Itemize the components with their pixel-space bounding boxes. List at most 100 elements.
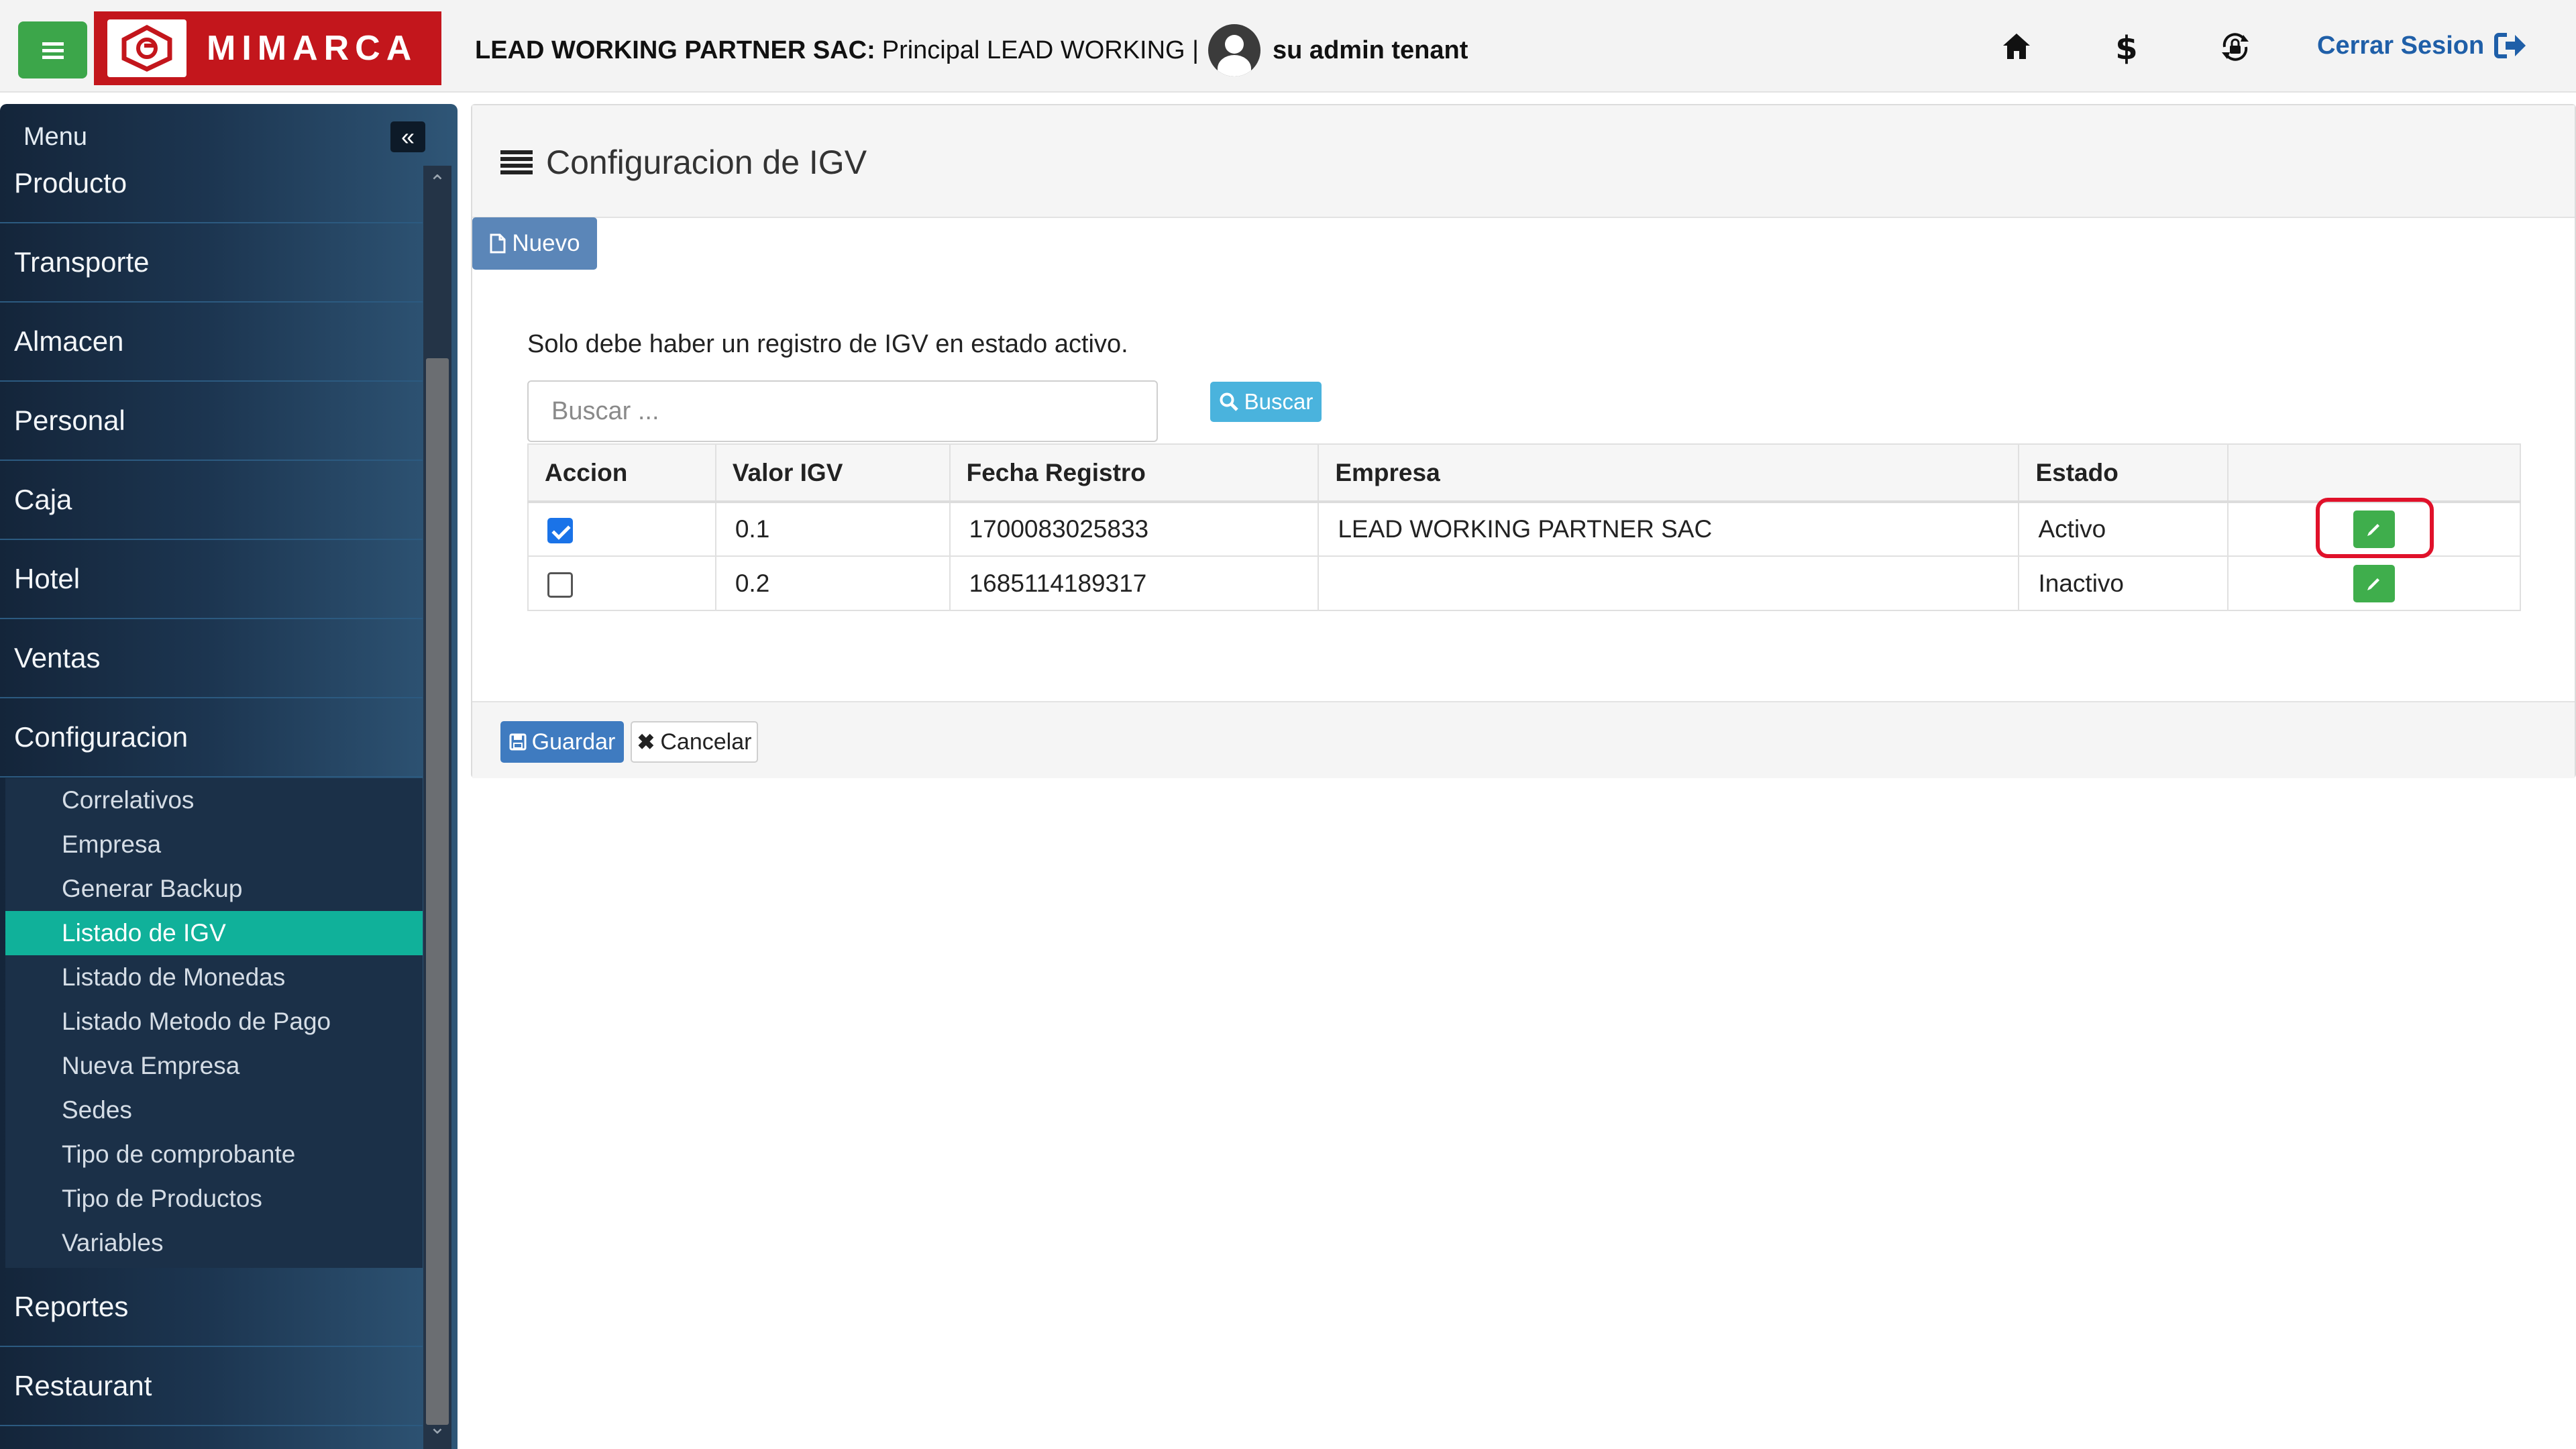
sidebar-item-label: Reportes [14,1291,129,1322]
user-name: su admin tenant [1273,36,1468,64]
submenu-item-label: Sedes [62,1096,132,1124]
fecha-registro-cell: 1700083025833 [949,501,1320,557]
top-bar: MIMARCA LEAD WORKING PARTNER SAC: Princi… [0,0,2576,93]
close-icon: ✖ [637,730,655,754]
cancel-button-label: Cancelar [660,729,752,755]
save-button-label: Guardar [531,729,616,755]
submenu-item-generar-backup[interactable]: Generar Backup [5,867,423,911]
row-checkbox-checked[interactable] [547,518,573,544]
logout-button[interactable]: Cerrar Sesion [2317,27,2528,64]
sidebar-item-caja[interactable]: Caja [0,461,423,540]
branch-name: Principal LEAD WORKING | [881,36,1199,64]
column-header-estado[interactable]: Estado [2018,443,2229,503]
estado-cell: Activo [2018,501,2229,557]
igv-notice: Solo debe haber un registro de IGV en es… [527,330,1128,358]
column-header-valor-igv[interactable]: Valor IGV [714,443,951,503]
cancel-button[interactable]: ✖ Cancelar [631,721,758,763]
edit-button[interactable] [2353,564,2396,602]
submenu-item-sedes[interactable]: Sedes [5,1088,423,1132]
sidebar-item-ventas[interactable]: Ventas [0,619,423,698]
sidebar-item-restaurant[interactable]: Restaurant [0,1347,423,1426]
sidebar: Menu « Producto Transporte Almacen Perso… [0,104,458,1449]
submenu-item-variables[interactable]: Variables [5,1221,423,1265]
submenu-item-listado-monedas[interactable]: Listado de Monedas [5,955,423,1000]
igv-table: Accion Valor IGV Fecha Registro Empresa … [527,443,2521,611]
sidebar-item-transporte[interactable]: Transporte [0,223,423,303]
submenu-item-listado-metodo-pago[interactable]: Listado Metodo de Pago [5,1000,423,1044]
search-button-label: Buscar [1244,389,1313,414]
sidebar-item-label: Restaurant [14,1370,152,1401]
sidebar-item-hotel[interactable]: Hotel [0,540,423,619]
sidebar-item-label: Configuracion [14,721,189,753]
search-input[interactable] [527,380,1158,442]
column-header-accion[interactable]: Accion [527,443,716,503]
logo-text: MIMARCA [207,29,418,68]
save-button[interactable]: Guardar [500,721,624,763]
sidebar-scrollbar[interactable]: ⌃ ⌄ [423,166,451,1449]
sidebar-item-label: Transporte [14,246,150,278]
submenu-item-empresa[interactable]: Empresa [5,822,423,867]
submenu-item-listado-igv[interactable]: Listado de IGV [5,911,423,955]
fecha-registro-cell: 1685114189317 [949,555,1320,611]
select-cell [527,501,716,557]
avatar [1208,24,1261,76]
sidebar-item-almacen[interactable]: Almacen [0,303,423,382]
lock-icon [2222,33,2249,61]
submenu-item-correlativos[interactable]: Correlativos [5,778,423,822]
submenu-item-label: Listado de Monedas [62,963,286,991]
edit-cell [2227,555,2521,611]
page-title: Configuracion de IGV [499,142,867,182]
sidebar-item-producto[interactable]: Producto [0,144,423,223]
submenu-item-label: Listado Metodo de Pago [62,1008,331,1035]
submenu-item-label: Listado de IGV [62,919,226,947]
logout-label: Cerrar Sesion [2317,31,2485,60]
sidebar-item-label: Personal [14,405,125,436]
empresa-cell: LEAD WORKING PARTNER SAC [1318,501,2020,557]
logout-icon [2494,33,2526,58]
home-icon [2003,34,2030,59]
submenu-item-tipo-productos[interactable]: Tipo de Productos [5,1177,423,1221]
sidebar-item-label: Hotel [14,563,80,594]
new-button-label: Nuevo [512,230,580,256]
scroll-up-icon[interactable]: ⌃ [423,166,451,199]
brand-logo[interactable]: MIMARCA [94,11,441,85]
scroll-down-icon[interactable]: ⌄ [423,1410,451,1444]
panel-footer: Guardar ✖ Cancelar [472,701,2575,778]
new-button[interactable]: Nuevo [472,217,597,270]
search-icon [1220,392,1238,411]
company-name: LEAD WORKING PARTNER SAC: [475,36,875,64]
select-cell [527,555,716,611]
sidebar-item-label: Ventas [14,642,101,674]
floppy-disk-icon [509,733,527,751]
sidebar-item-configuracion[interactable]: Configuracion [0,698,423,777]
column-header-fecha-registro[interactable]: Fecha Registro [949,443,1320,503]
billing-button[interactable]: $ [2106,27,2147,67]
menu-toggle-button[interactable] [18,21,87,78]
search-button[interactable]: Buscar [1210,382,1322,422]
list-icon [500,150,533,174]
submenu-item-tipo-comprobante[interactable]: Tipo de comprobante [5,1132,423,1177]
pencil-icon [2367,578,2380,590]
empresa-cell [1318,555,2020,611]
scrollbar-thumb[interactable] [426,358,449,1425]
row-checkbox[interactable] [547,572,573,598]
table-header-row: Accion Valor IGV Fecha Registro Empresa … [527,443,2521,503]
sidebar-item-personal[interactable]: Personal [0,382,423,461]
submenu-item-label: Empresa [62,830,162,858]
home-button[interactable] [1996,27,2037,67]
submenu-item-label: Correlativos [62,786,195,814]
lock-button[interactable] [2215,27,2255,67]
svg-text:$: $ [2115,30,2137,64]
menu-icon [42,42,64,59]
submenu-item-label: Variables [62,1229,164,1256]
sidebar-item-label: Caja [14,484,72,515]
table-row: 0.2 1685114189317 Inactivo [527,555,2521,611]
submenu-item-nueva-empresa[interactable]: Nueva Empresa [5,1044,423,1088]
column-header-empresa[interactable]: Empresa [1318,443,2020,503]
estado-cell: Inactivo [2018,555,2229,611]
edit-button-highlight [2316,498,2434,558]
sidebar-item-reportes[interactable]: Reportes [0,1268,423,1347]
table-row: 0.1 1700083025833 LEAD WORKING PARTNER S… [527,501,2521,557]
dollar-icon: $ [2115,30,2137,64]
submenu-item-label: Tipo de Productos [62,1185,262,1212]
